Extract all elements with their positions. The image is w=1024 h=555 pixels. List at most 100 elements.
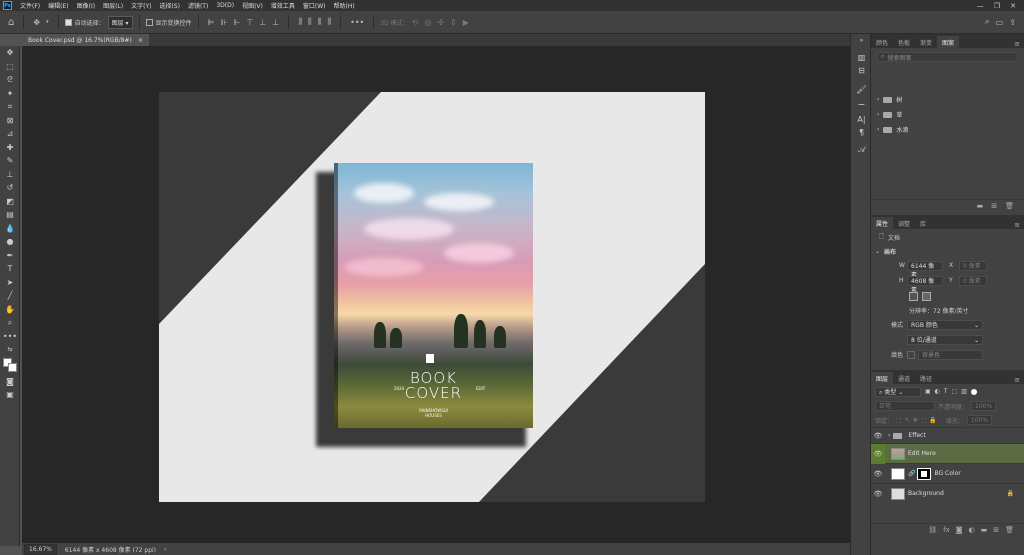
actions-icon[interactable]: ⊟ [851,64,872,77]
visibility-eye-icon[interactable]: 👁 [871,443,885,464]
hand-tool-icon[interactable]: ✋ [0,303,20,317]
visibility-eye-icon[interactable]: 👁 [871,470,885,478]
delete-layer-icon[interactable]: 🗑 [1005,526,1014,534]
filter-pixel-icon[interactable]: ▣ [925,388,931,395]
zoom-level[interactable]: 16.67% [24,543,57,555]
lasso-tool-icon[interactable]: ᘓ [0,73,20,87]
3d-orbit-icon[interactable]: ⟲ [412,18,419,27]
visibility-eye-icon[interactable]: 👁 [871,432,885,440]
menu-file[interactable]: 文件(F) [16,1,44,10]
layer-row-edit-here[interactable]: 👁 Edit Here [871,443,1024,464]
align-right-icon[interactable]: ⊩ [233,18,240,27]
distribute-icon[interactable]: ⫼ [318,17,322,27]
tab-adjustments[interactable]: 调整 [893,217,915,229]
history-icon[interactable]: ▥ [851,51,872,64]
minimize-icon[interactable]: — [977,2,984,10]
quick-mask-icon[interactable]: ◙ [0,375,20,389]
chevron-down-icon[interactable]: ▾ [46,19,49,25]
tab-libraries[interactable]: 库 [915,217,931,229]
background-color-swatch[interactable] [8,362,17,372]
distribute-icon[interactable]: ⫼ [308,17,312,27]
menu-help[interactable]: 帮助(H) [330,1,359,10]
chevron-right-icon[interactable]: › [877,126,879,133]
menu-3d[interactable]: 3D(D) [212,2,238,9]
filter-toggle-icon[interactable] [970,388,977,395]
tab-gradients[interactable]: 渐变 [915,36,937,48]
magic-wand-icon[interactable]: ✦ [0,87,20,101]
landscape-icon[interactable] [922,291,931,301]
3d-camera-icon[interactable]: ▶ [463,18,469,27]
dodge-tool-icon[interactable]: ● [0,235,20,249]
align-left-icon[interactable]: ⊫ [208,18,215,27]
lock-artboard-icon[interactable]: ⬚ [921,417,927,424]
panel-menu-icon[interactable]: ≡ [1010,40,1024,48]
brush-tool-icon[interactable]: ✎ [0,154,20,168]
align-vcenter-icon[interactable]: ⊥ [259,18,266,27]
delete-icon[interactable]: 🗑 [1005,202,1014,210]
3d-roll-icon[interactable]: ◎ [424,18,431,27]
lock-icon[interactable]: 🔒 [1007,490,1014,497]
fx-icon[interactable]: fx [943,526,950,534]
tab-channels[interactable]: 通道 [893,372,915,384]
eraser-icon[interactable]: ◩ [0,195,20,209]
move-tool-icon[interactable]: ✥ [33,18,40,27]
type-tool-icon[interactable]: T [0,262,20,276]
filter-shape-icon[interactable]: ⬚ [952,388,958,395]
show-transform-checkbox[interactable] [145,18,153,26]
swap-colors-icon[interactable]: ⇆ [0,343,20,357]
link-layers-icon[interactable]: ⛓ [928,526,937,534]
filter-smart-icon[interactable]: ▥ [961,388,967,395]
add-mask-icon[interactable]: ◙ [956,526,963,534]
close-tab-icon[interactable]: × [138,37,143,44]
blur-tool-icon[interactable]: 💧 [0,222,20,236]
canvas-section-header[interactable]: ⌄ 画布 [871,245,1024,258]
chevron-down-icon[interactable]: ⌄ [875,248,880,255]
move-tool-icon[interactable]: ✥ [0,46,20,60]
character-icon[interactable]: A| [851,113,872,126]
menu-select[interactable]: 选择(S) [155,1,184,10]
fill-swatch[interactable] [907,350,915,359]
marquee-tool-icon[interactable]: ⬚ [0,60,20,74]
new-layer-icon[interactable]: ⊞ [993,526,999,534]
menu-window[interactable]: 窗口(W) [299,1,330,10]
layer-row-background[interactable]: 👁 Background 🔒 [871,483,1024,503]
paragraph-icon[interactable]: ¶ [851,126,872,139]
color-swatches[interactable] [0,357,20,375]
x-field[interactable]: 0 像素 [959,260,987,271]
menu-edit[interactable]: 编辑(E) [44,1,72,10]
mode-dropdown[interactable]: RGB 颜色 ⌄ [907,319,983,330]
tab-paths[interactable]: 路径 [915,372,937,384]
collapse-icon[interactable]: » [851,34,872,47]
pattern-search-input[interactable]: ⌕ 搜索图案 [877,52,1018,62]
tab-swatches[interactable]: 色板 [893,36,915,48]
gradient-tool-icon[interactable]: ▤ [0,208,20,222]
brushes-icon[interactable]: ⚊ [851,96,872,109]
menu-filter[interactable]: 滤镜(T) [184,1,212,10]
crop-tool-icon[interactable]: ⌗ [0,100,20,114]
pattern-group-trees[interactable]: › 树 [871,92,1024,107]
y-field[interactable]: 0 像素 [959,275,987,286]
restore-icon[interactable]: ❐ [994,2,1000,10]
portrait-icon[interactable] [909,291,918,301]
chevron-right-icon[interactable]: › [877,96,879,103]
menu-layer[interactable]: 图层(L) [99,1,127,10]
workspace-icon[interactable]: ▭ [996,18,1004,27]
zoom-tool-icon[interactable]: ⌕ [0,316,20,330]
menu-plugins[interactable]: 增效工具 [267,1,299,10]
new-group-icon[interactable]: ▬ [981,526,988,534]
chevron-right-icon[interactable]: › [877,111,879,118]
opacity-field[interactable]: 100% [971,401,997,411]
width-field[interactable]: 6144 像素 [907,260,943,279]
menu-image[interactable]: 图像(I) [73,1,99,10]
3d-pan-icon[interactable]: ✣ [437,18,444,27]
pattern-group-water[interactable]: › 水滴 [871,122,1024,137]
brush-settings-icon[interactable]: 🖌 [851,83,872,96]
3d-slide-icon[interactable]: ⇕ [450,18,457,27]
close-icon[interactable]: ✕ [1010,2,1016,10]
lock-all-icon[interactable]: 🔒 [929,417,936,424]
tab-properties[interactable]: 属性 [871,217,894,229]
distribute-icon[interactable]: ⫼ [298,17,302,27]
filter-type-icon[interactable]: T [944,388,948,395]
photoshop-logo[interactable]: Ps [3,1,12,10]
chevron-right-icon[interactable]: › [888,432,890,439]
